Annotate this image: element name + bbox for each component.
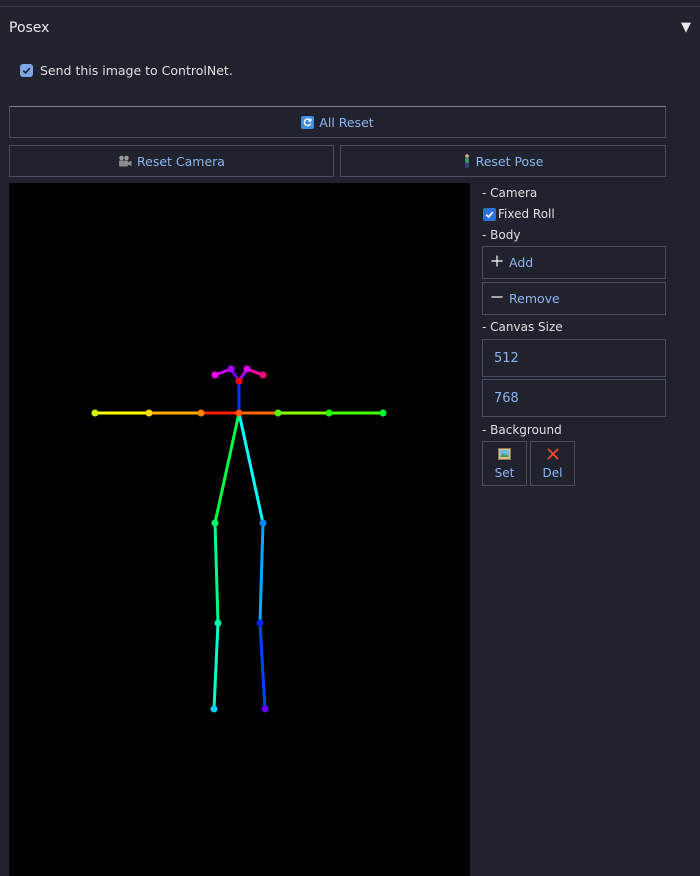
left-knee-joint[interactable] xyxy=(214,619,222,627)
checkbox-checked-icon[interactable] xyxy=(483,207,496,221)
add-body-button[interactable]: Add xyxy=(482,246,666,279)
reset-camera-button[interactable]: Reset Camera xyxy=(9,145,334,177)
right-ear-joint[interactable] xyxy=(259,371,267,379)
add-body-label: Add xyxy=(509,255,534,270)
right-knee-joint[interactable] xyxy=(256,619,264,627)
top-divider xyxy=(0,6,700,7)
left-eye-joint[interactable] xyxy=(227,365,235,373)
all-reset-button[interactable]: All Reset xyxy=(9,106,666,138)
delete-background-label: Del xyxy=(542,465,563,480)
fixed-roll-label: Fixed Roll xyxy=(498,207,555,221)
left-foot-bone xyxy=(212,622,220,710)
delete-background-button[interactable]: Del xyxy=(530,441,575,486)
all-reset-label: All Reset xyxy=(319,114,374,130)
right-shin-bone xyxy=(258,522,265,624)
reset-pose-button[interactable]: Reset Pose xyxy=(340,145,666,177)
refresh-icon xyxy=(301,115,315,129)
right-foot-bone xyxy=(258,622,267,710)
remove-body-button[interactable]: Remove xyxy=(482,282,666,315)
reset-camera-label: Reset Camera xyxy=(137,153,225,169)
remove-body-label: Remove xyxy=(509,291,560,306)
plus-icon xyxy=(491,255,503,270)
movie-camera-icon xyxy=(118,155,132,168)
standing-person-icon xyxy=(463,154,471,168)
left-wrist-joint[interactable] xyxy=(91,409,99,417)
left-thigh-bone xyxy=(213,412,241,524)
reset-pose-label: Reset Pose xyxy=(475,153,544,169)
right-wrist-joint[interactable] xyxy=(379,409,387,417)
pose-canvas[interactable] xyxy=(9,183,470,876)
canvas-size-section-label: - Canvas Size xyxy=(482,320,563,334)
panel-title[interactable]: Posex xyxy=(9,20,49,36)
neck-joint[interactable] xyxy=(235,409,243,417)
set-background-label: Set xyxy=(494,465,515,480)
body-section-label: - Body xyxy=(482,228,521,242)
right-thigh-bone xyxy=(237,412,265,524)
canvas-width-input[interactable]: 512 xyxy=(482,339,666,377)
right-elbow-joint[interactable] xyxy=(325,409,333,417)
left-ankle-joint[interactable] xyxy=(210,705,218,713)
send-to-controlnet-checkbox[interactable]: Send this image to ControlNet. xyxy=(20,63,233,78)
send-to-controlnet-label: Send this image to ControlNet. xyxy=(40,63,233,78)
nose-joint[interactable] xyxy=(235,377,243,385)
left-hip-joint[interactable] xyxy=(211,519,219,527)
fixed-roll-checkbox[interactable]: Fixed Roll xyxy=(483,207,555,221)
camera-section-label: - Camera xyxy=(482,186,538,200)
right-hip-joint[interactable] xyxy=(259,519,267,527)
set-background-button[interactable]: Set xyxy=(482,441,527,486)
left-shoulder-joint[interactable] xyxy=(197,409,205,417)
checkbox-checked-icon[interactable] xyxy=(20,64,33,77)
right-ankle-joint[interactable] xyxy=(261,705,269,713)
pose-skeleton[interactable] xyxy=(9,183,470,876)
triangle-down-icon[interactable]: ▼ xyxy=(681,20,691,35)
canvas-height-input[interactable]: 768 xyxy=(482,379,666,417)
left-ear-joint[interactable] xyxy=(211,371,219,379)
cross-mark-icon xyxy=(546,447,559,463)
left-elbow-joint[interactable] xyxy=(145,409,153,417)
right-shoulder-joint[interactable] xyxy=(274,409,282,417)
right-eye-joint[interactable] xyxy=(243,365,251,373)
left-shin-bone xyxy=(213,522,220,624)
minus-icon xyxy=(491,291,503,306)
picture-icon xyxy=(498,447,511,463)
background-section-label: - Background xyxy=(482,423,562,437)
